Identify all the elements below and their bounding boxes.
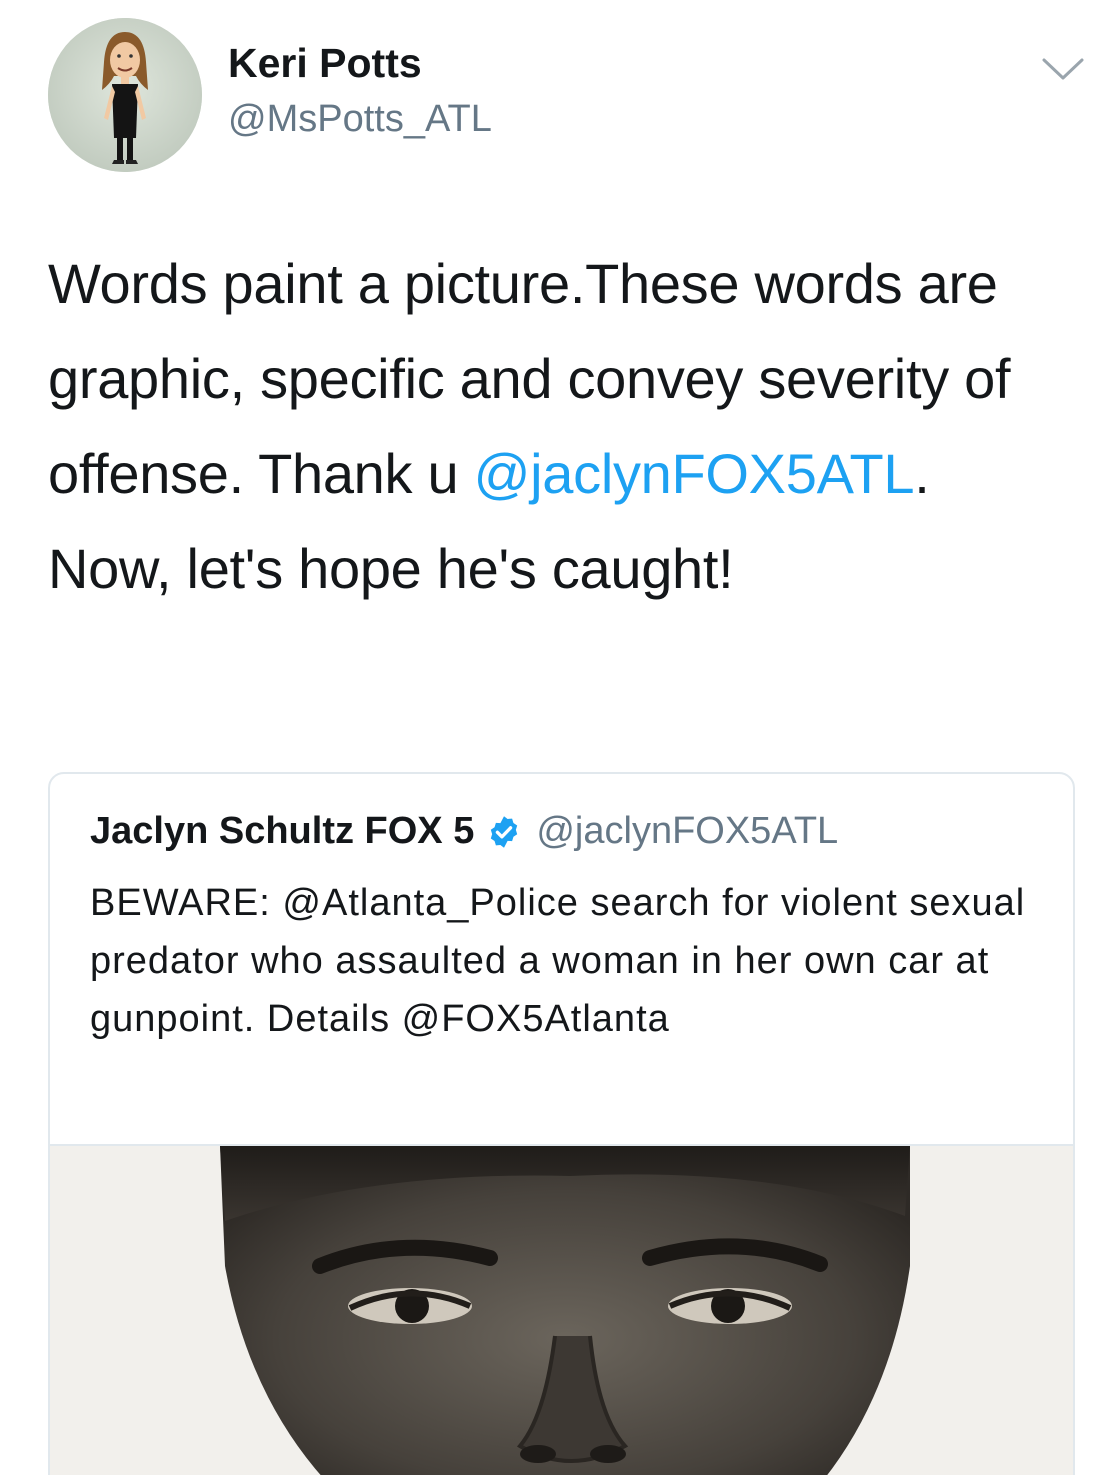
tweet-text: Words paint a picture.These words are gr… xyxy=(48,236,1058,616)
verified-badge-icon xyxy=(486,814,522,850)
quoted-tweet-text: BEWARE: @Atlanta_Police search for viole… xyxy=(90,882,1026,1040)
mention-link[interactable]: @jaclynFOX5ATL xyxy=(474,442,915,505)
quoted-tweet-card[interactable]: Jaclyn Schultz FOX 5 @jaclynFOX5ATL BEWA… xyxy=(48,772,1075,1475)
tweet-detail-view: Keri Potts @MsPotts_ATL Words paint a pi… xyxy=(0,0,1116,1475)
author-name[interactable]: Keri Potts xyxy=(228,40,422,87)
author-avatar[interactable] xyxy=(48,18,202,172)
suspect-sketch-image[interactable] xyxy=(50,1146,1073,1475)
quoted-author-name: Jaclyn Schultz FOX 5 xyxy=(90,810,475,852)
chevron-down-icon xyxy=(1042,58,1084,80)
bitmoji-avatar-icon xyxy=(48,18,202,172)
quoted-tweet-header: Jaclyn Schultz FOX 5 @jaclynFOX5ATL xyxy=(90,810,838,853)
tweet-menu-button[interactable] xyxy=(1040,54,1086,84)
quoted-author-handle: @jaclynFOX5ATL xyxy=(536,810,839,852)
author-handle[interactable]: @MsPotts_ATL xyxy=(228,98,492,141)
